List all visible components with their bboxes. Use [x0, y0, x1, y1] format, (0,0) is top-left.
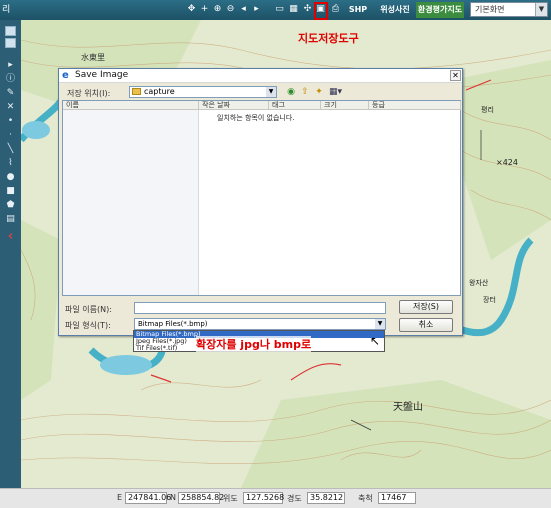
- column-header-tag[interactable]: 태그: [269, 101, 321, 110]
- point-icon[interactable]: •: [5, 116, 16, 126]
- new-folder-icon[interactable]: ✦: [313, 86, 325, 98]
- map-label: 天盤山: [393, 402, 423, 413]
- zoom-in-icon[interactable]: +: [199, 4, 210, 15]
- delete-icon[interactable]: ✕: [5, 102, 16, 112]
- filetype-select-value: Bitmap Files(*.bmp): [138, 320, 208, 328]
- polyline-icon[interactable]: ⌇: [5, 158, 16, 168]
- x-coord-label: E: [117, 493, 123, 502]
- filetype-select[interactable]: Bitmap Files(*.bmp) ▼: [134, 318, 386, 330]
- polygon-icon[interactable]: ⬟: [5, 200, 16, 210]
- layer-icon[interactable]: [5, 38, 16, 48]
- empty-message: 일치하는 항목이 없습니다.: [217, 114, 295, 122]
- status-bar: E 247841.06 N 258854.82 위도 127.5268 경도 3…: [0, 488, 551, 508]
- column-header-size[interactable]: 크기: [321, 101, 369, 110]
- latitude-label: 위도: [223, 494, 238, 503]
- info-icon[interactable]: ⓘ: [5, 74, 16, 84]
- rectangle-icon[interactable]: ■: [5, 186, 16, 196]
- next-view-icon[interactable]: ▸: [251, 4, 262, 15]
- mouse-cursor-icon: ↖: [370, 334, 381, 348]
- map-label: 장터: [483, 296, 496, 304]
- app-e-icon: e: [62, 70, 69, 81]
- print-icon[interactable]: ⎙: [330, 4, 341, 15]
- scale-value: 17467: [378, 492, 416, 504]
- filetype-label: 파일 형식(T):: [65, 321, 111, 330]
- view-menu-icon[interactable]: ▦▾: [329, 86, 342, 98]
- dialog-title-bar[interactable]: e Save Image ✕: [59, 69, 462, 83]
- filename-input[interactable]: [134, 302, 386, 314]
- extension-callout: 확장자를 jpg나 bmp로: [196, 336, 312, 352]
- select-icon[interactable]: ▸: [5, 60, 16, 70]
- map-label: 평리: [481, 106, 494, 114]
- app-title: 리: [2, 5, 11, 15]
- column-header-name[interactable]: 이름: [63, 101, 199, 110]
- back-icon[interactable]: ◉: [285, 86, 297, 98]
- up-folder-icon[interactable]: ⇧: [299, 86, 311, 98]
- move-icon[interactable]: ✣: [302, 4, 313, 15]
- column-header-date[interactable]: 작은 날짜: [199, 101, 269, 110]
- left-toolbar: ▸ ⓘ ✎ ✕ • · ╲ ⌇ ● ■ ⬟ ▤ ‹: [0, 20, 21, 488]
- save-tool-highlight: [314, 2, 328, 20]
- zoom-out-icon[interactable]: ⊖: [225, 4, 236, 15]
- tab-satellite[interactable]: 위성사진: [376, 2, 414, 18]
- y-coord-value: 258854.82: [178, 492, 224, 504]
- file-list[interactable]: 이름 작은 날짜 태그 크기 등급 일치하는 항목이 없습니다.: [62, 100, 461, 296]
- folder-icon: [132, 88, 141, 95]
- circle-icon[interactable]: ●: [5, 172, 16, 182]
- save-in-label: 저장 위치(I):: [67, 89, 111, 98]
- shp-button[interactable]: SHP: [346, 2, 370, 18]
- map-label: ×424: [496, 158, 518, 167]
- scale-label: 축척: [358, 494, 373, 503]
- map-label: 水東里: [81, 53, 105, 62]
- chevron-down-icon: ▼: [375, 319, 385, 329]
- tab-env-map[interactable]: 환경평가지도: [416, 2, 464, 18]
- save-button[interactable]: 저장(S): [399, 300, 453, 314]
- save-image-dialog: e Save Image ✕ 저장 위치(I): capture ▼ ◉ ⇧ ✦…: [58, 68, 463, 336]
- dialog-title: Save Image: [75, 70, 129, 80]
- filename-label: 파일 이름(N):: [65, 305, 112, 314]
- layer-icon[interactable]: [5, 26, 16, 36]
- top-toolbar: 리 ✥ + ⊕ ⊖ ◂ ▸ ▭ ▦ ✣ ▣ ⎙ SHP 위성사진 환경평가지도 …: [0, 0, 551, 20]
- zoom-in-glass-icon[interactable]: ⊕: [212, 4, 223, 15]
- map-type-select[interactable]: 기본화면 ▼: [470, 2, 548, 17]
- x-coord-value: 247841.06: [125, 492, 171, 504]
- previous-view-icon[interactable]: ◂: [238, 4, 249, 15]
- save-in-value: capture: [144, 87, 175, 96]
- y-coord-label: N: [170, 493, 176, 502]
- pan-icon[interactable]: ✥: [186, 4, 197, 15]
- cancel-button[interactable]: 취소: [399, 318, 453, 332]
- measure-icon[interactable]: ▭: [274, 4, 285, 15]
- line-icon[interactable]: ╲: [5, 144, 16, 154]
- edit-icon[interactable]: ✎: [5, 88, 16, 98]
- column-header-rating[interactable]: 등급: [369, 101, 461, 110]
- grid-icon[interactable]: ▦: [288, 4, 299, 15]
- latitude-value: 127.5268: [243, 492, 284, 504]
- map-label: 왕자산: [469, 279, 489, 287]
- layer-toggle-icon[interactable]: ▤: [5, 214, 16, 224]
- dot-icon[interactable]: ·: [5, 130, 16, 140]
- chevron-down-icon: ▼: [266, 87, 276, 97]
- map-type-select-value: 기본화면: [475, 5, 505, 14]
- close-icon[interactable]: ✕: [450, 70, 461, 81]
- chevron-down-icon: ▼: [535, 3, 547, 16]
- save-in-select[interactable]: capture ▼: [129, 86, 277, 98]
- navigation-pane[interactable]: [63, 110, 199, 295]
- save-tool-callout: 지도저장도구: [298, 32, 359, 45]
- collapse-chevron-icon[interactable]: ‹: [5, 230, 16, 243]
- longitude-label: 경도: [287, 494, 302, 503]
- longitude-value: 35.8212: [307, 492, 345, 504]
